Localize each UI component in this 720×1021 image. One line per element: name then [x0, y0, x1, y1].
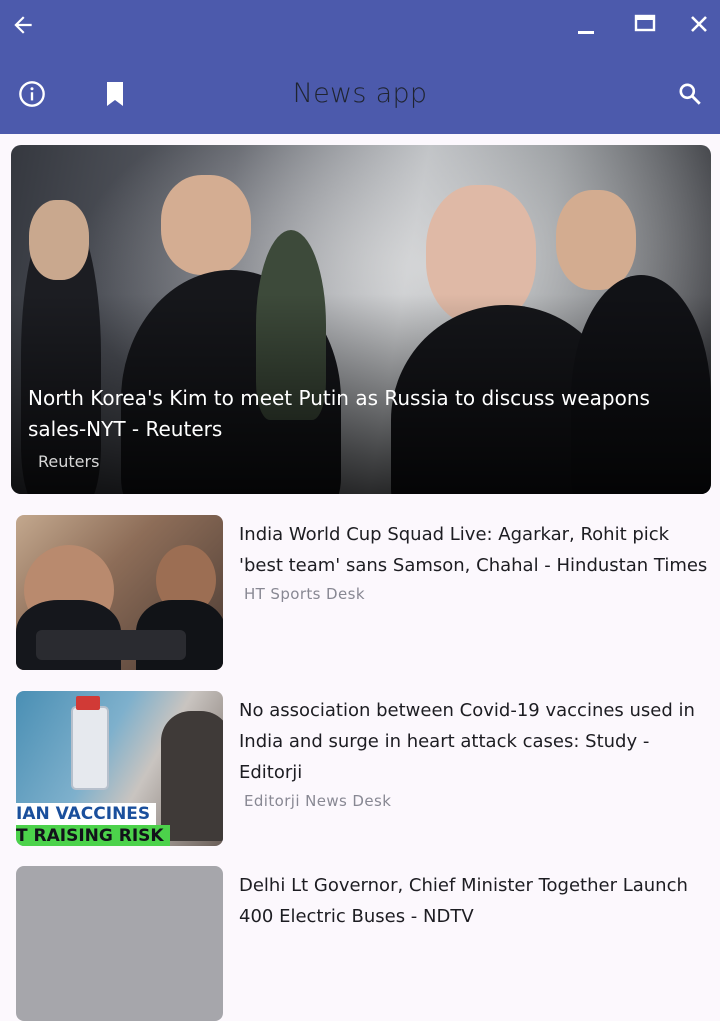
app-bar: News app: [0, 0, 720, 134]
close-icon[interactable]: [685, 10, 713, 38]
thumbnail-caption: T RAISING RISK: [16, 825, 170, 846]
article-title[interactable]: India World Cup Squad Live: Agarkar, Roh…: [239, 519, 709, 581]
article-list-item[interactable]: Delhi Lt Governor, Chief Minister Togeth…: [16, 866, 709, 1021]
search-icon[interactable]: [674, 78, 706, 110]
back-arrow-icon[interactable]: [8, 10, 38, 40]
featured-article-title[interactable]: North Korea's Kim to meet Putin as Russi…: [28, 383, 688, 445]
article-list-item[interactable]: India World Cup Squad Live: Agarkar, Roh…: [16, 515, 709, 670]
article-list-item[interactable]: IAN VACCINES T RAISING RISK No associati…: [16, 691, 706, 846]
article-source: HT Sports Desk: [244, 585, 365, 603]
article-thumbnail: [16, 515, 223, 670]
article-thumbnail: [16, 866, 223, 1021]
maximize-icon[interactable]: [631, 10, 659, 38]
article-title[interactable]: No association between Covid-19 vaccines…: [239, 695, 709, 788]
minimize-icon[interactable]: [572, 12, 600, 40]
thumbnail-caption: IAN VACCINES: [16, 803, 157, 825]
article-source: Editorji News Desk: [244, 792, 392, 810]
featured-article-card[interactable]: North Korea's Kim to meet Putin as Russi…: [11, 145, 711, 494]
article-thumbnail: IAN VACCINES T RAISING RISK: [16, 691, 223, 846]
featured-article-source: Reuters: [38, 452, 100, 471]
app-title: News app: [292, 78, 428, 109]
article-title[interactable]: Delhi Lt Governor, Chief Minister Togeth…: [239, 870, 709, 932]
